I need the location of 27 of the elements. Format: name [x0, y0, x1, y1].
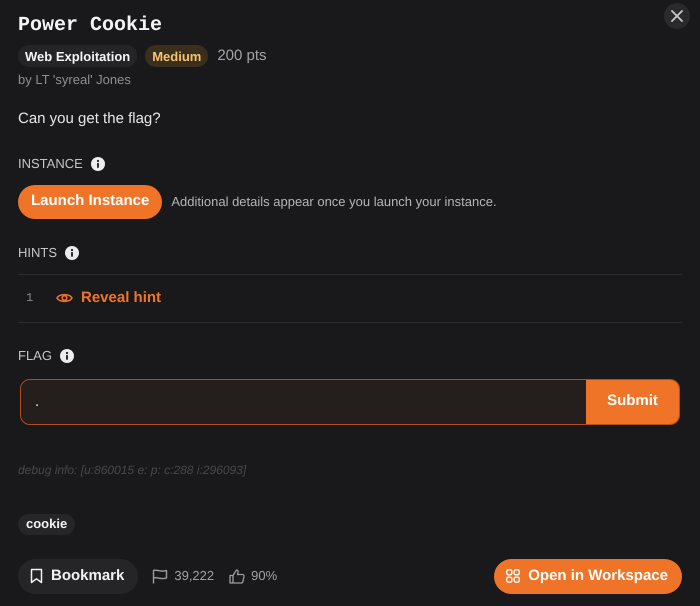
solves-count: 39,222 — [174, 567, 214, 586]
section-heading: FLAG — [18, 346, 52, 364]
category-tag: Web Exploitation — [18, 45, 138, 68]
flag-icon — [152, 568, 168, 584]
challenge-title: Power Cookie — [18, 13, 162, 39]
challenge-description: Can you get the flag? — [18, 108, 161, 128]
eye-icon — [56, 292, 73, 304]
reveal-hint-link[interactable]: Reveal hint — [56, 286, 162, 310]
points-label: 200 pts — [217, 46, 267, 66]
thumbs-up-icon — [229, 568, 246, 584]
rating-percent: 90% — [251, 567, 278, 586]
info-icon — [90, 156, 105, 170]
close-icon — [671, 10, 683, 22]
hint-number: 1 — [26, 290, 34, 307]
info-icon — [65, 246, 79, 260]
section-heading: INSTANCE — [18, 154, 83, 172]
instance-note: Additional details appear once you launch your instance. — [171, 192, 497, 211]
bookmark-icon — [30, 568, 43, 584]
close-button[interactable] — [664, 3, 690, 29]
grid-icon — [506, 569, 520, 583]
info-icon — [60, 348, 74, 362]
section-heading: HINTS — [18, 244, 57, 262]
flag-input-field[interactable]: . — [21, 380, 586, 424]
author-label: by LT 'syreal' Jones — [18, 70, 131, 88]
bookmark-button[interactable]: Bookmark — [18, 558, 138, 594]
topic-tag: cookie — [18, 514, 76, 534]
difficulty-tag: Medium — [145, 45, 208, 68]
